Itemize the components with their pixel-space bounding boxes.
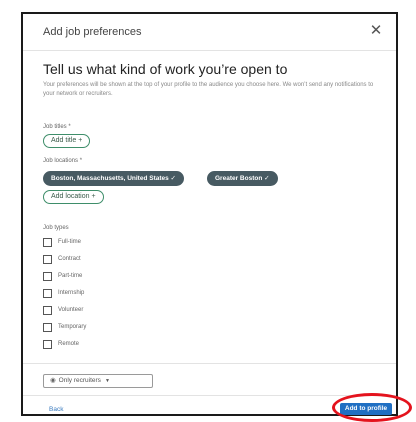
- checkbox-label: Temporary: [58, 324, 87, 330]
- checkbox-label: Contract: [58, 256, 81, 262]
- job-types-label: Job types: [43, 225, 69, 231]
- back-button[interactable]: Back: [49, 406, 63, 413]
- job-preferences-modal: Add job preferences ✕ Tell us what kind …: [21, 12, 412, 422]
- checkbox-label: Volunteer: [58, 307, 84, 313]
- job-locations-label: Job locations *: [43, 158, 83, 164]
- eye-icon: ◉: [50, 377, 56, 384]
- location-chip-boston-ma[interactable]: Boston, Massachusetts, United States ✓: [43, 171, 185, 186]
- checkbox[interactable]: [43, 340, 52, 349]
- add-location-button[interactable]: Add location +: [43, 190, 104, 204]
- add-title-button[interactable]: Add title +: [43, 134, 91, 148]
- checkbox[interactable]: [43, 323, 52, 332]
- job-titles-label: Job titles *: [43, 124, 71, 130]
- intro-text: Your preferences will be shown at the to…: [43, 82, 374, 97]
- checkbox[interactable]: [43, 255, 52, 264]
- visibility-label: Only recruiters: [58, 377, 101, 384]
- checkbox[interactable]: [43, 272, 52, 281]
- annotation-highlight-circle: [332, 393, 412, 422]
- checkbox-label: Internship: [58, 290, 85, 296]
- page-title: Tell us what kind of work you’re open to: [43, 61, 288, 77]
- modal-title: Add job preferences: [43, 26, 142, 38]
- modal-header: Add job preferences ✕: [23, 14, 396, 51]
- checkbox[interactable]: [43, 306, 52, 315]
- visibility-dropdown[interactable]: ◉ Only recruiters ▼: [43, 374, 153, 388]
- divider: [23, 363, 396, 364]
- checkbox-label: Remote: [58, 341, 80, 347]
- divider: [23, 395, 396, 396]
- checkbox-label: Full-time: [58, 239, 82, 245]
- checkbox[interactable]: [43, 238, 52, 247]
- chevron-down-icon: ▼: [104, 378, 110, 384]
- checkbox[interactable]: [43, 289, 52, 298]
- close-icon[interactable]: ✕: [368, 23, 384, 39]
- location-chip-greater-boston[interactable]: Greater Boston ✓: [207, 171, 278, 186]
- checkbox-label: Part-time: [58, 273, 83, 279]
